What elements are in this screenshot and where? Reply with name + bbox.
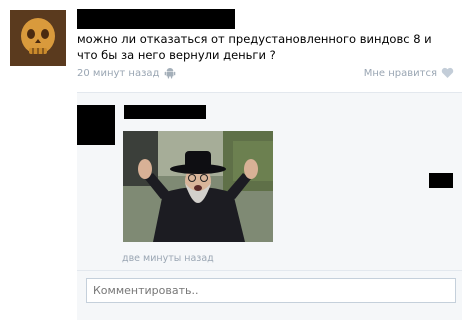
like-button[interactable]: Мне нравится — [364, 67, 454, 79]
replies-section: две минуты назад — [77, 92, 462, 320]
post-author-avatar[interactable] — [10, 10, 66, 66]
reply-photo[interactable] — [123, 131, 273, 242]
reply-author-name-redacted[interactable] — [124, 105, 206, 119]
reply-time[interactable]: две минуты назад — [122, 253, 214, 264]
like-label: Мне нравится — [363, 67, 437, 79]
skull-avatar-image — [10, 10, 66, 66]
post-author-name-redacted[interactable] — [77, 9, 235, 29]
heart-icon — [441, 67, 454, 78]
reply-action-redacted[interactable] — [429, 173, 453, 188]
divider — [77, 270, 462, 271]
post-time[interactable]: 20 минут назад — [77, 68, 159, 79]
post-meta: 20 минут назад — [77, 67, 176, 79]
post-text: можно ли отказаться от предустановленног… — [77, 32, 432, 62]
android-icon — [165, 68, 176, 79]
comment-input[interactable] — [86, 278, 456, 303]
reply-author-avatar-redacted[interactable] — [77, 105, 115, 145]
man-with-raised-hands-image — [123, 131, 273, 242]
